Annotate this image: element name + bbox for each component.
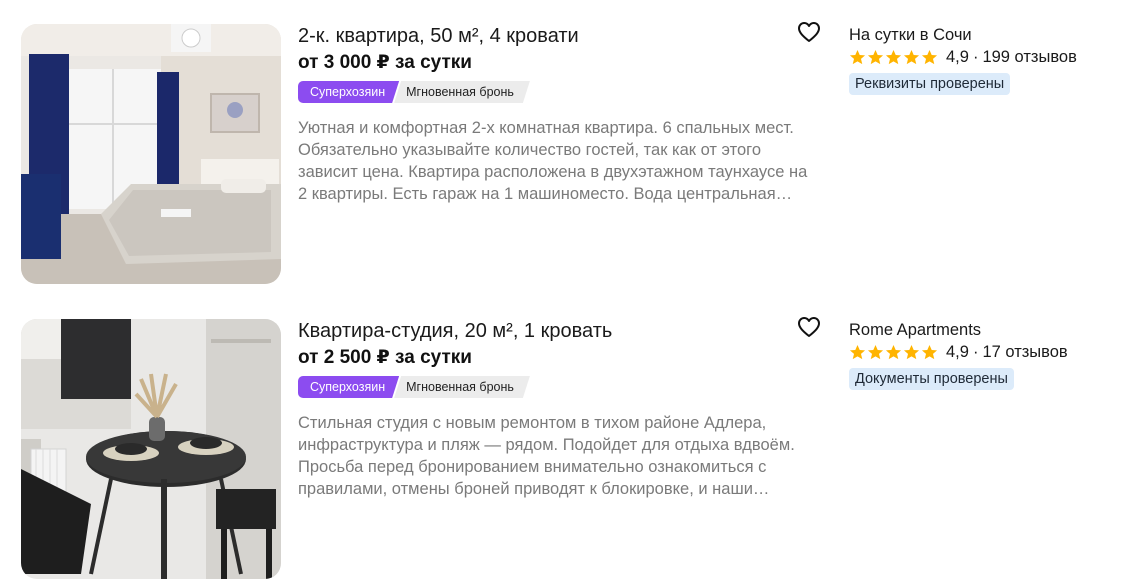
favorite-heart-icon[interactable] xyxy=(797,316,821,338)
star-icon xyxy=(849,49,866,64)
verified-badge: Реквизиты проверены xyxy=(849,73,1011,95)
verified-badge: Документы проверены xyxy=(849,368,1014,390)
bedroom-photo-image xyxy=(21,24,281,284)
star-icon xyxy=(867,49,884,64)
star-icon xyxy=(867,344,884,359)
star-icon xyxy=(885,49,902,64)
listing-badges: Суперхозяин Мгновенная бронь xyxy=(298,376,530,398)
listing-photo[interactable] xyxy=(21,24,281,284)
superhost-badge: Суперхозяин xyxy=(298,376,399,398)
rating-value: 4,9 xyxy=(946,47,969,66)
host-name[interactable]: Rome Apartments xyxy=(849,319,981,341)
instant-booking-badge: Мгновенная бронь xyxy=(394,81,530,103)
separator-dot: · xyxy=(972,47,979,66)
listing-price: от 2 500 ₽ за сутки xyxy=(298,347,472,368)
rating-value: 4,9 xyxy=(946,342,969,361)
listing-badges: Суперхозяин Мгновенная бронь xyxy=(298,81,530,103)
rating-stars xyxy=(849,344,938,361)
star-icon xyxy=(921,49,938,64)
listing-card: Квартира-студия, 20 м², 1 кровать от 2 5… xyxy=(0,295,1128,579)
reviews-count-link[interactable]: 199 отзывов xyxy=(982,48,1076,67)
listing-description: Стильная студия с новым ремонтом в тихом… xyxy=(298,414,795,498)
star-icon xyxy=(849,344,866,359)
star-icon xyxy=(885,344,902,359)
reviews-count-link[interactable]: 17 отзывов xyxy=(982,343,1067,362)
studio-dining-photo-image xyxy=(21,319,281,579)
host-rating: 4,9 · 17 отзывов xyxy=(849,341,1068,363)
listing-price: от 3 000 ₽ за сутки xyxy=(298,52,472,73)
listing-photo[interactable] xyxy=(21,319,281,579)
listing-description: Уютная и комфортная 2-х комнатная кварти… xyxy=(298,119,808,203)
host-rating: 4,9 · 199 отзывов xyxy=(849,46,1077,68)
star-icon xyxy=(903,344,920,359)
rating-stars xyxy=(849,49,938,66)
star-icon xyxy=(921,344,938,359)
star-icon xyxy=(903,49,920,64)
host-name[interactable]: На сутки в Сочи xyxy=(849,24,972,46)
listing-card: 2-к. квартира, 50 м², 4 кровати от 3 000… xyxy=(0,0,1128,284)
favorite-heart-icon[interactable] xyxy=(797,21,821,43)
listing-title[interactable]: Квартира-студия, 20 м², 1 кровать xyxy=(298,319,612,343)
instant-booking-badge: Мгновенная бронь xyxy=(394,376,530,398)
separator-dot: · xyxy=(972,342,979,361)
superhost-badge: Суперхозяин xyxy=(298,81,399,103)
listing-title[interactable]: 2-к. квартира, 50 м², 4 кровати xyxy=(298,24,579,48)
